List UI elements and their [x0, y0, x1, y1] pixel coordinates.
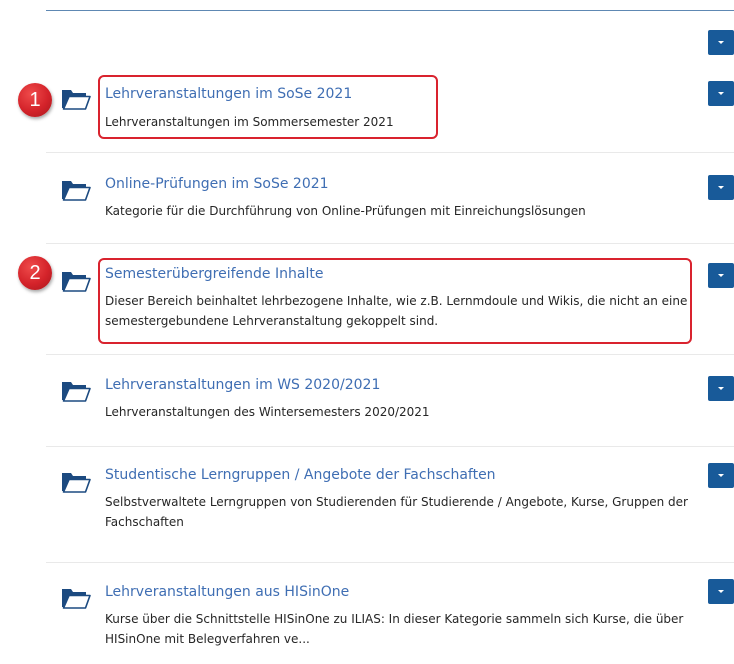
- category-title-link[interactable]: Semesterübergreifende Inhalte: [105, 265, 323, 283]
- list-item: Lehrveranstaltungen im WS 2020/2021 Lehr…: [46, 355, 734, 447]
- category-title-link[interactable]: Studentische Lerngruppen / Angebote der …: [105, 466, 496, 484]
- item-actions-button[interactable]: [708, 175, 734, 200]
- chevron-down-icon: [718, 186, 724, 189]
- chevron-down-icon: [718, 92, 724, 95]
- folder-icon: [61, 380, 91, 402]
- category-description: Selbstverwaltete Lerngruppen von Studier…: [105, 495, 688, 529]
- header-divider: [46, 10, 734, 11]
- chevron-down-icon: [718, 590, 724, 593]
- chevron-down-icon: [718, 41, 724, 44]
- category-title-link[interactable]: Online-Prüfungen im SoSe 2021: [105, 175, 329, 193]
- item-actions-button[interactable]: [708, 579, 734, 604]
- category-description: Dieser Bereich beinhaltet lehrbezogene I…: [105, 294, 688, 328]
- category-description: Lehrveranstaltungen im Sommersemester 20…: [105, 115, 394, 129]
- item-actions-button[interactable]: [708, 463, 734, 488]
- folder-icon: [61, 270, 91, 292]
- folder-icon: [61, 179, 91, 201]
- item-actions-button[interactable]: [708, 376, 734, 401]
- list-item: Lehrveranstaltungen im SoSe 2021 Lehrver…: [46, 65, 734, 153]
- category-description: Kurse über die Schnittstelle HISinOne zu…: [105, 612, 684, 646]
- category-description: Kategorie für die Durchführung von Onlin…: [105, 204, 586, 218]
- category-title-link[interactable]: Lehrveranstaltungen im WS 2020/2021: [105, 376, 380, 394]
- chevron-down-icon: [718, 387, 724, 390]
- folder-icon: [61, 587, 91, 609]
- annotation-badge-1: 1: [18, 83, 52, 117]
- annotation-badge-2: 2: [18, 256, 52, 290]
- item-actions-button[interactable]: [708, 263, 734, 288]
- list-item: Lehrveranstaltungen aus HISinOne Kurse ü…: [46, 563, 734, 663]
- list-item: Semesterübergreifende Inhalte Dieser Ber…: [46, 244, 734, 355]
- item-actions-button[interactable]: [708, 81, 734, 106]
- folder-icon: [61, 88, 91, 110]
- chevron-down-icon: [718, 274, 724, 277]
- repository-page: Lehrveranstaltungen im SoSe 2021 Lehrver…: [0, 0, 734, 664]
- folder-icon: [61, 471, 91, 493]
- category-list: Lehrveranstaltungen im SoSe 2021 Lehrver…: [46, 65, 734, 663]
- list-item: Online-Prüfungen im SoSe 2021 Kategorie …: [46, 153, 734, 244]
- list-item: Studentische Lerngruppen / Angebote der …: [46, 447, 734, 563]
- category-title-link[interactable]: Lehrveranstaltungen im SoSe 2021: [105, 85, 352, 103]
- category-title-link[interactable]: Lehrveranstaltungen aus HISinOne: [105, 583, 349, 601]
- chevron-down-icon: [718, 474, 724, 477]
- category-description: Lehrveranstaltungen des Wintersemesters …: [105, 405, 430, 419]
- container-actions-button[interactable]: [708, 30, 734, 55]
